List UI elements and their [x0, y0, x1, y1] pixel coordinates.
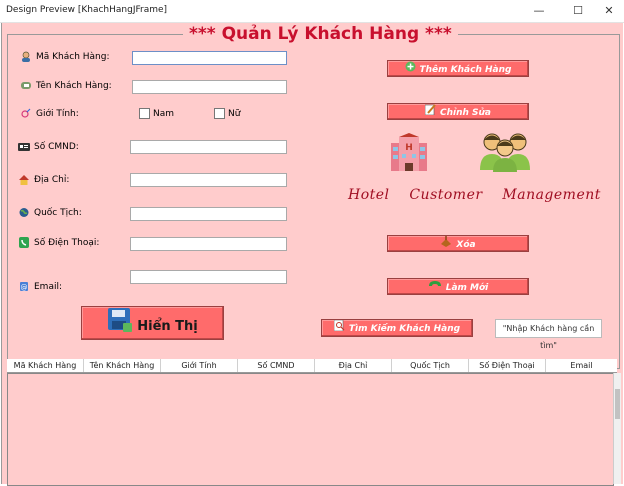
trash-icon	[440, 236, 452, 253]
email-label-row: @ Email:	[18, 281, 62, 292]
nu-label: Nữ	[228, 109, 241, 119]
sdt-label-row: Số Điện Thoại:	[18, 237, 99, 248]
so-cmnd-label: Số CMND:	[34, 142, 79, 152]
gioitinh-label-row: Giới Tính:	[20, 108, 79, 119]
table-scrollbar[interactable]	[613, 373, 621, 484]
nam-checkbox-box[interactable]	[139, 108, 150, 119]
dia-chi-label: Địa Chỉ:	[34, 175, 70, 185]
ma-khach-hang-input[interactable]	[133, 58, 286, 70]
quoc-tich-label: Quốc Tịch:	[34, 208, 82, 218]
dia-chi-field[interactable]	[130, 173, 287, 192]
id-card-icon	[18, 141, 30, 152]
diachi-label-row: Địa Chỉ:	[18, 174, 69, 185]
ten-label-row: Tên Khách Hàng:	[20, 80, 112, 91]
col-quoc-tich[interactable]: Quốc Tịch	[392, 359, 469, 372]
hotel-customer-management-banner: Hotel Customer Management	[348, 187, 601, 203]
col-ten-khach-hang[interactable]: Tên Khách Hàng	[84, 359, 161, 372]
hien-thi-button[interactable]: Hiển Thị	[81, 306, 224, 340]
dia-chi-input[interactable]	[131, 180, 286, 192]
banner-word-customer: Customer	[409, 187, 483, 203]
tim-kiem-button[interactable]: Tìm Kiếm Khách Hàng	[321, 319, 473, 337]
hien-thi-label: Hiển Thị	[137, 319, 198, 334]
email-label: Email:	[34, 282, 63, 292]
chinh-sua-button[interactable]: Chỉnh Sửa	[387, 103, 529, 120]
email-input[interactable]	[131, 277, 286, 289]
ma-khach-hang-label: Mã Khách Hàng:	[36, 52, 110, 62]
nu-checkbox[interactable]: Nữ	[214, 108, 240, 119]
page-title: *** Quản Lý Khách Hàng ***	[183, 24, 458, 44]
email-icon: @	[18, 281, 30, 292]
search-icon	[333, 319, 345, 337]
tim-kiem-label: Tìm Kiếm Khách Hàng	[348, 324, 461, 334]
refresh-phone-icon	[428, 279, 442, 296]
them-khach-hang-label: Thêm Khách Hàng	[419, 65, 512, 75]
nam-checkbox[interactable]: Nam	[139, 108, 174, 119]
globe-icon	[18, 207, 30, 218]
close-button[interactable]: ✕	[592, 0, 624, 22]
minimize-button[interactable]: —	[522, 0, 556, 22]
so-cmnd-field[interactable]	[130, 140, 287, 159]
edit-icon	[424, 104, 436, 121]
nu-checkbox-box[interactable]	[214, 108, 225, 119]
customer-frame: *** Quản Lý Khách Hàng *** Mã Khách Hàng…	[1, 23, 623, 486]
window-titlebar: Design Preview [KhachHangJFrame] — ☐ ✕	[0, 0, 624, 23]
plus-circle-icon	[405, 61, 416, 78]
chinh-sua-label: Chỉnh Sửa	[439, 108, 491, 118]
col-gioi-tinh[interactable]: Giới Tính	[161, 359, 238, 372]
so-dien-thoai-field[interactable]	[130, 237, 287, 256]
xoa-label: Xóa	[456, 240, 476, 250]
col-so-dien-thoai[interactable]: Số Điện Thoại	[469, 359, 546, 372]
xoa-button[interactable]: Xóa	[387, 235, 529, 252]
lam-moi-button[interactable]: Làm Mới	[387, 278, 529, 295]
col-ma-khach-hang[interactable]: Mã Khách Hàng	[7, 359, 84, 372]
ten-khach-hang-input[interactable]	[133, 87, 286, 99]
nam-label: Nam	[153, 109, 175, 119]
cmnd-label-row: Số CMND:	[18, 141, 79, 152]
email-field[interactable]	[130, 270, 287, 289]
so-dien-thoai-input[interactable]	[131, 244, 286, 256]
ten-khach-hang-field[interactable]	[132, 80, 287, 99]
ten-khach-hang-label: Tên Khách Hàng:	[36, 81, 112, 91]
so-dien-thoai-label: Số Điện Thoại:	[34, 238, 100, 248]
ma-label-row: Mã Khách Hàng:	[20, 51, 110, 62]
ma-khach-hang-field[interactable]	[132, 51, 287, 70]
customers-icon	[478, 130, 534, 172]
hotel-icon: H	[387, 133, 431, 173]
maximize-button[interactable]: ☐	[561, 0, 595, 22]
search-input[interactable]: "Nhập Khách hàng cần tìm"	[495, 319, 602, 350]
col-email[interactable]: Email	[546, 359, 617, 372]
banner-word-management: Management	[502, 187, 601, 203]
customer-table-body[interactable]	[7, 373, 614, 486]
quoc-tich-input[interactable]	[131, 214, 286, 226]
so-cmnd-input[interactable]	[131, 147, 286, 159]
home-icon	[18, 174, 30, 185]
gioi-tinh-label: Giới Tính:	[36, 109, 79, 119]
svg-text:H: H	[405, 143, 413, 153]
lam-moi-label: Làm Mới	[445, 283, 489, 293]
window-title: Design Preview [KhachHangJFrame]	[6, 5, 168, 15]
col-so-cmnd[interactable]: Số CMND	[238, 359, 315, 372]
quoctich-label-row: Quốc Tịch:	[18, 207, 82, 218]
quoc-tich-field[interactable]	[130, 207, 287, 226]
scrollbar-thumb[interactable]	[615, 389, 620, 419]
id-tag-icon	[20, 80, 32, 91]
table-header: Mã Khách Hàng Tên Khách Hàng Giới Tính S…	[7, 359, 617, 373]
save-disk-icon	[107, 307, 133, 346]
banner-word-hotel: Hotel	[348, 187, 390, 203]
gender-icon	[20, 108, 32, 119]
phone-icon	[18, 237, 30, 248]
svg-text:@: @	[21, 284, 28, 292]
person-icon	[20, 51, 32, 62]
them-khach-hang-button[interactable]: Thêm Khách Hàng	[387, 60, 529, 77]
col-dia-chi[interactable]: Địa Chỉ	[315, 359, 392, 372]
